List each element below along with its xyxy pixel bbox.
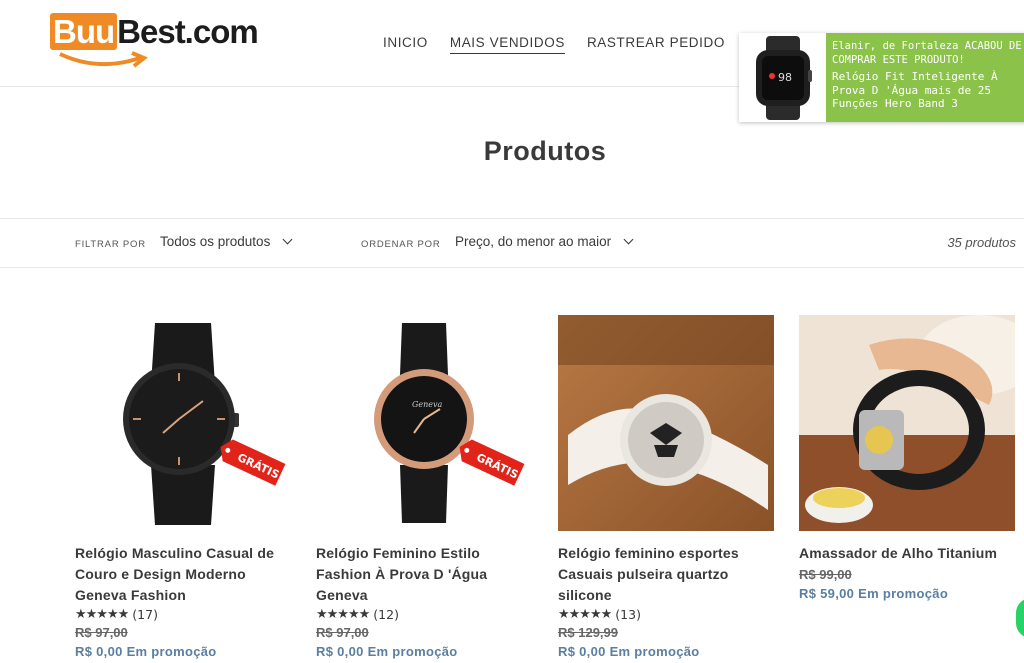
review-count: (17) [132, 607, 158, 622]
product-name[interactable]: Amassador de Alho Titanium [799, 543, 1015, 564]
notification-line1: Elanir, de Fortaleza ACABOU DE COMPRAR E… [832, 40, 1022, 66]
notification-product: Relógio Fit Inteligente À Prova D 'Água … [832, 70, 998, 110]
purchase-notification[interactable]: 98 Elanir, de Fortaleza ACABOU DE COMPRA… [739, 33, 1024, 122]
nav-rastrear-pedido[interactable]: RASTREAR PEDIDO [587, 35, 725, 54]
old-price: R$ 97,00 [75, 625, 128, 640]
product-image[interactable] [558, 315, 774, 531]
sort-select-value: Preço, do menor ao maior [455, 234, 612, 249]
filter-select-value: Todos os produtos [160, 234, 271, 249]
product-rating: ★★★★★ (12) [316, 607, 532, 622]
product-name[interactable]: Relógio feminino esportes Casuais pulsei… [558, 543, 774, 606]
notification-text: Elanir, de Fortaleza ACABOU DE COMPRAR E… [826, 33, 1024, 122]
filter-bar: FILTRAR POR Todos os produtos ORDENAR PO… [0, 218, 1024, 268]
sale-price: R$ 0,00 Em promoção [316, 644, 458, 659]
sale-price: R$ 0,00 Em promoção [75, 644, 217, 659]
old-price: R$ 129,99 [558, 625, 618, 640]
product-card[interactable]: Relógio feminino esportes Casuais pulsei… [558, 315, 774, 659]
sort-select[interactable]: Preço, do menor ao maior [455, 234, 634, 249]
watch-screen-value: 98 [778, 71, 792, 84]
product-card[interactable]: Amassador de Alho Titanium R$ 99,00 R$ 5… [799, 315, 1015, 601]
product-image[interactable]: Geneva GRÁTIS [316, 315, 532, 531]
product-count: 35 produtos [947, 235, 1016, 250]
product-name[interactable]: Relógio Feminino Estilo Fashion À Prova … [316, 543, 532, 606]
chevron-down-icon [623, 234, 634, 245]
sale-price: R$ 59,00 Em promoção [799, 586, 949, 601]
whatsapp-icon[interactable] [1016, 598, 1024, 638]
star-rating-icon: ★★★★★ [75, 607, 129, 622]
product-rating: ★★★★★ (13) [558, 607, 774, 622]
star-rating-icon: ★★★★★ [316, 607, 370, 622]
smartwatch-image: 98 [739, 33, 826, 122]
logo-part1: Buu [50, 13, 118, 50]
old-price: R$ 97,00 [316, 625, 369, 640]
logo-part2: Best.com [117, 13, 259, 50]
page-title: Produtos [483, 136, 607, 166]
nav-inicio[interactable]: INICIO [383, 35, 428, 54]
svg-text:Geneva: Geneva [412, 400, 443, 409]
product-card[interactable]: GRÁTIS Relógio Masculino Casual de Couro… [75, 315, 291, 659]
logo-swoosh-icon [59, 51, 148, 68]
product-image[interactable]: GRÁTIS [75, 315, 291, 531]
product-image[interactable] [799, 315, 1015, 531]
chevron-down-icon [282, 234, 293, 245]
old-price: R$ 99,00 [799, 567, 852, 582]
star-rating-icon: ★★★★★ [558, 607, 612, 622]
filter-select[interactable]: Todos os produtos [160, 234, 293, 249]
sort-label: ORDENAR POR [361, 239, 441, 250]
product-name[interactable]: Relógio Masculino Casual de Couro e Desi… [75, 543, 291, 606]
product-rating: ★★★★★ (17) [75, 607, 291, 622]
product-card[interactable]: Geneva GRÁTIS Relógio Feminino Estilo Fa… [316, 315, 532, 659]
nav-mais-vendidos[interactable]: MAIS VENDIDOS [449, 35, 565, 54]
review-count: (13) [615, 607, 641, 622]
site-logo[interactable]: BuuBest.com [50, 12, 265, 72]
main-nav: INICIO MAIS VENDIDOS RASTREAR PEDIDO [383, 35, 725, 54]
filter-label: FILTRAR POR [75, 239, 146, 250]
review-count: (12) [373, 607, 399, 622]
sale-price: R$ 0,00 Em promoção [558, 644, 700, 659]
